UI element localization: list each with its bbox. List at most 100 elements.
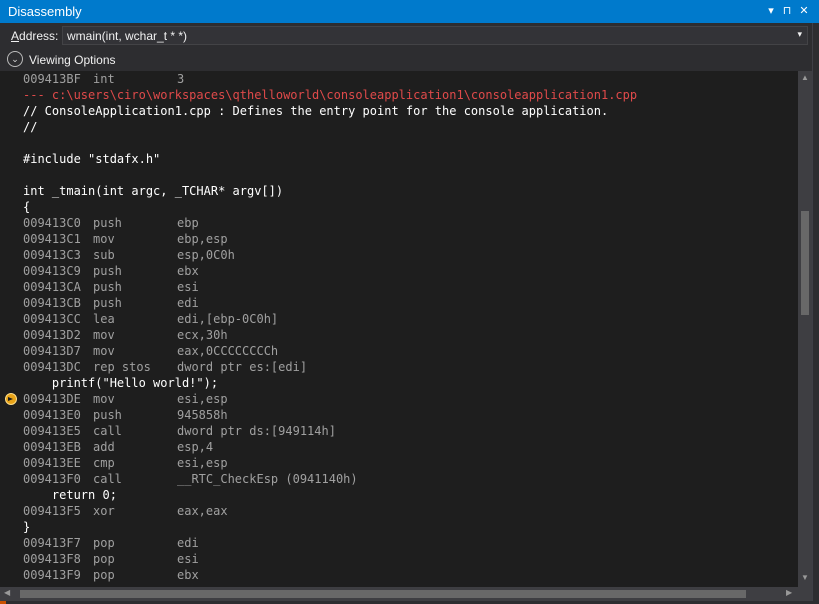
instruction-mnemonic: rep stos — [93, 360, 151, 374]
instruction-address: 009413C3 — [23, 248, 81, 262]
scrollbar-corner — [798, 587, 812, 601]
instruction-operands: edi,[ebp-0C0h] — [177, 312, 279, 326]
pin-icon[interactable]: ⊓ — [780, 4, 794, 18]
asm-line[interactable]: 009413F9 pop ebx — [23, 567, 199, 583]
instruction-mnemonic: push — [93, 216, 122, 230]
address-bar: Address: wmain(int, wchar_t * *) ▾ — [0, 23, 819, 49]
instruction-mnemonic: call — [93, 472, 122, 486]
asm-line[interactable]: 009413DC rep stos dword ptr es:[edi] — [23, 359, 307, 375]
source-line[interactable]: } — [23, 519, 30, 535]
instruction-operands: eax,eax — [177, 504, 228, 518]
instruction-mnemonic: pop — [93, 536, 115, 550]
viewing-options-bar: ⌄ Viewing Options — [0, 49, 819, 71]
address-value: wmain(int, wchar_t * *) — [67, 29, 188, 43]
source-line[interactable]: // — [23, 119, 37, 135]
instruction-mnemonic: push — [93, 408, 122, 422]
expand-options-icon[interactable]: ⌄ — [7, 51, 23, 67]
instruction-address: 009413F5 — [23, 504, 81, 518]
scroll-left-icon[interactable]: ◀ — [4, 588, 10, 597]
scroll-down-icon[interactable]: ▼ — [801, 573, 809, 582]
instruction-address: 009413C1 — [23, 232, 81, 246]
instruction-address: 009413C9 — [23, 264, 81, 278]
source-line[interactable]: { — [23, 199, 30, 215]
asm-line[interactable]: 009413D2 mov ecx,30h — [23, 327, 228, 343]
instruction-address: 009413BF — [23, 72, 81, 86]
tool-window-titlebar: Disassembly ▾ ⊓ ✕ — [0, 0, 819, 23]
asm-line[interactable]: 009413C0 push ebp — [23, 215, 199, 231]
instruction-operands: eax,0CCCCCCCCh — [177, 344, 279, 358]
instruction-mnemonic: push — [93, 264, 122, 278]
source-line[interactable]: #include "stdafx.h" — [23, 151, 160, 167]
disassembly-editor[interactable]: 009413BF int 3 --- c:\users\ciro\workspaces… — [0, 71, 798, 587]
instruction-address: 009413EB — [23, 440, 81, 454]
instruction-mnemonic: pop — [93, 568, 115, 582]
instruction-mnemonic: cmp — [93, 456, 115, 470]
address-label-text: ddress: — [19, 29, 59, 43]
instruction-address: 009413D7 — [23, 344, 81, 358]
instruction-address: 009413F7 — [23, 536, 81, 550]
instruction-address: 009413DE — [23, 392, 81, 406]
asm-line[interactable]: 009413F5 xor eax,eax — [23, 503, 228, 519]
instruction-address: 009413C0 — [23, 216, 81, 230]
scroll-right-icon[interactable]: ▶ — [786, 588, 792, 597]
instruction-mnemonic: push — [93, 296, 122, 310]
instruction-address: 009413F9 — [23, 568, 81, 582]
instruction-address: 009413F0 — [23, 472, 81, 486]
asm-line[interactable]: 009413C9 push ebx — [23, 263, 199, 279]
source-file-path[interactable]: --- c:\users\ciro\workspaces\qthelloworl… — [23, 87, 637, 103]
asm-line[interactable]: 009413F7 pop edi — [23, 535, 199, 551]
instruction-operands: esp,4 — [177, 440, 214, 454]
instruction-mnemonic: mov — [93, 232, 115, 246]
window-menu-dropdown-icon[interactable]: ▾ — [764, 4, 778, 18]
close-icon[interactable]: ✕ — [797, 4, 811, 18]
source-line[interactable]: return 0; — [23, 487, 117, 503]
asm-line[interactable]: 009413CC lea edi,[ebp-0C0h] — [23, 311, 278, 327]
address-combobox[interactable]: wmain(int, wchar_t * *) ▾ — [62, 26, 808, 45]
source-line[interactable]: printf("Hello world!"); — [23, 375, 218, 391]
vertical-scrollbar[interactable]: ▲ ▼ — [798, 71, 812, 587]
instruction-mnemonic: call — [93, 424, 122, 438]
asm-line[interactable]: 009413C3 sub esp,0C0h — [23, 247, 235, 263]
chevron-down-icon[interactable]: ▾ — [797, 29, 802, 40]
instruction-operands: 3 — [177, 72, 185, 86]
asm-line[interactable]: 009413C1 mov ebp,esp — [23, 231, 228, 247]
instruction-mnemonic: pop — [93, 552, 115, 566]
window-title: Disassembly — [8, 4, 82, 19]
asm-line[interactable]: 009413EB add esp,4 — [23, 439, 213, 455]
vertical-scroll-thumb[interactable] — [801, 211, 809, 315]
current-instruction-arrow-icon — [5, 393, 17, 405]
instruction-operands: edi — [177, 296, 199, 310]
address-label: Address: — [11, 29, 58, 43]
asm-line[interactable]: 009413CA push esi — [23, 279, 199, 295]
asm-line[interactable]: 009413DE mov esi,esp — [23, 391, 228, 407]
source-line[interactable]: // ConsoleApplication1.cpp : Defines the… — [23, 103, 608, 119]
instruction-mnemonic: lea — [93, 312, 115, 326]
asm-line[interactable]: 009413F0 call __RTC_CheckEsp (0941140h) — [23, 471, 358, 487]
instruction-mnemonic: mov — [93, 328, 115, 342]
scroll-up-icon[interactable]: ▲ — [801, 73, 809, 82]
viewing-options-label[interactable]: Viewing Options — [29, 53, 116, 67]
source-line[interactable]: int _tmain(int argc, _TCHAR* argv[]) — [23, 183, 283, 199]
asm-line[interactable]: 009413D7 mov eax,0CCCCCCCCh — [23, 343, 278, 359]
instruction-address: 009413F8 — [23, 552, 81, 566]
asm-line[interactable]: 009413E0 push 945858h — [23, 407, 228, 423]
instruction-address: 009413CB — [23, 296, 81, 310]
asm-line[interactable]: 009413E5 call dword ptr ds:[949114h] — [23, 423, 336, 439]
horizontal-scrollbar[interactable]: ◀ ▶ — [0, 587, 798, 601]
instruction-operands: ebx — [177, 568, 199, 582]
horizontal-scroll-thumb[interactable] — [20, 590, 746, 598]
instruction-address: 009413E0 — [23, 408, 81, 422]
asm-line[interactable]: 009413BF int 3 — [23, 71, 184, 87]
asm-line[interactable]: 009413F8 pop esi — [23, 551, 199, 567]
instruction-address: 009413DC — [23, 360, 81, 374]
asm-line[interactable]: 009413CB push edi — [23, 295, 199, 311]
instruction-operands: esp,0C0h — [177, 248, 235, 262]
instruction-mnemonic: mov — [93, 344, 115, 358]
breakpoint-gutter[interactable] — [0, 71, 20, 587]
asm-line[interactable]: 009413EE cmp esi,esp — [23, 455, 228, 471]
instruction-operands: ecx,30h — [177, 328, 228, 342]
instruction-mnemonic: int — [93, 72, 115, 86]
instruction-address: 009413CA — [23, 280, 81, 294]
instruction-operands: esi — [177, 552, 199, 566]
instruction-operands: ebx — [177, 264, 199, 278]
